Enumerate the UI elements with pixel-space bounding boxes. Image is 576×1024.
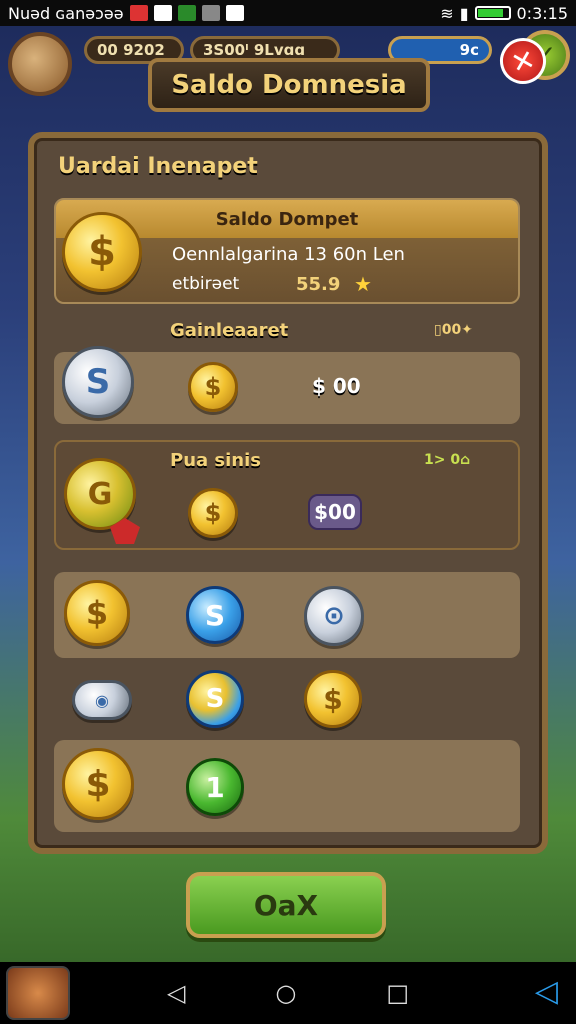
wallet-balance-label: etbirəet <box>172 274 240 294</box>
green-coin-text: 1 <box>205 770 225 804</box>
green-coin-icon: 1 <box>186 758 244 816</box>
section-1-badge: ▯00✦ <box>434 322 473 338</box>
wallet-description: Oennlalgarina 13 60n Len <box>172 244 405 265</box>
corner-arrow-icon[interactable]: ◁ <box>535 974 558 1009</box>
dollar-coin-icon: $ <box>62 212 142 292</box>
gold-coin-icon: $ <box>304 670 362 728</box>
status-bar: Nuəd ɢanəɔəə ≋ ▮ 0:3:15 <box>0 0 576 26</box>
hud-counter-3-text: 9c <box>459 41 479 59</box>
dialog-title-text: Saldo Domnesia <box>171 70 407 100</box>
silver-coin-icon: ⊙ <box>304 586 364 646</box>
gold-coin-icon: $ <box>188 362 238 412</box>
battery-icon <box>474 6 511 20</box>
star-icon: ★ <box>354 272 372 296</box>
gold-coin-icon: $ <box>62 748 134 820</box>
game-thumbnail[interactable] <box>6 966 70 1020</box>
row-2-amount-chip: $00 <box>308 494 362 530</box>
app-icon-gray <box>201 5 220 21</box>
panel-heading: Uardai Inenapet <box>58 154 258 179</box>
ok-button[interactable]: OaX <box>186 872 386 938</box>
gold-coin-icon: $ <box>188 488 238 538</box>
status-time: 0:3:15 <box>516 3 569 23</box>
status-carrier-text: Nuəd ɢanəɔəə <box>8 3 124 23</box>
section-1-label: Gainleaaret <box>170 320 289 341</box>
app-icon-green <box>177 5 196 21</box>
row-1-amount: $ 00 <box>312 374 361 398</box>
player-avatar[interactable] <box>8 32 72 96</box>
back-icon[interactable]: ◁ <box>167 979 185 1007</box>
wallet-card-title: Saldo Dompet <box>215 208 359 230</box>
section-2-badge: 1> 0⌂ <box>424 452 471 468</box>
signal-icon: ▮ <box>459 3 469 23</box>
green-gem-icon: ◉ <box>72 680 132 720</box>
notification-icon <box>129 5 148 21</box>
home-icon[interactable]: ○ <box>275 979 296 1007</box>
wallet-balance-amount: 55.9 <box>296 274 341 295</box>
status-right: ≋ ▮ 0:3:15 <box>440 4 568 23</box>
dialog-title: Saldo Domnesia <box>148 58 430 112</box>
app-icon <box>153 5 172 21</box>
silver-coin-icon: S <box>62 346 134 418</box>
hud-counter-2-text: 3S00ᴵ 9Lvɑɑ <box>203 41 306 59</box>
gold-coin-icon: $ <box>64 580 130 646</box>
ok-button-label: OaX <box>253 888 319 922</box>
blue-gold-coin-icon: S <box>186 670 244 728</box>
recents-icon[interactable]: □ <box>386 979 409 1007</box>
section-2-label: Pua sinis <box>170 450 262 471</box>
app-icon-white <box>225 5 244 21</box>
blue-coin-icon: S <box>186 586 244 644</box>
status-left: Nuəd ɢanəɔəə <box>8 4 244 23</box>
row-2-amount: $00 <box>314 500 356 524</box>
hud-counter-1-text: 00 9202 <box>97 41 165 59</box>
android-nav-bar: ◁ ○ □ <box>0 962 576 1024</box>
wifi-icon: ≋ <box>440 3 454 23</box>
